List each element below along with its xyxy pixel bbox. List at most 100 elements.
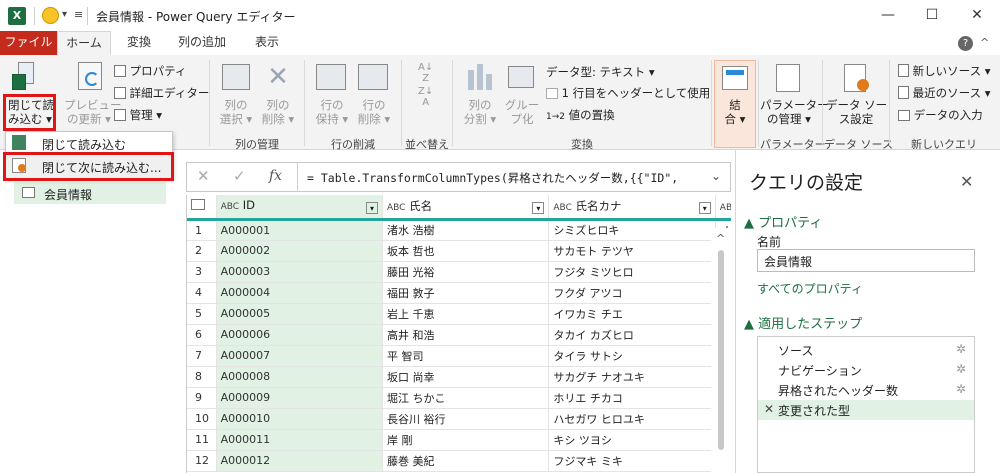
close-settings-icon[interactable]: ✕ (960, 172, 973, 191)
all-properties-link[interactable]: すべてのプロパティ (757, 280, 863, 297)
column-header-kana[interactable]: ABC 氏名カナ ▾ (548, 195, 716, 221)
step-gear-icon[interactable]: ✲ (956, 342, 966, 356)
cell-kana[interactable]: ホリエ チカコ (548, 387, 716, 409)
group-by-button[interactable]: グルー プ化 (502, 98, 542, 126)
cell-name[interactable]: 堀江 ちかこ (382, 387, 550, 409)
table-row[interactable]: 10A000010長谷川 裕行ハセガワ ヒロユキhas (187, 408, 731, 430)
close-window-button[interactable]: ✕ (954, 0, 1000, 31)
table-row[interactable]: 8A000008坂口 尚幸サカグチ ナオユキsak (187, 366, 731, 388)
tab-view[interactable]: 表示 (244, 31, 290, 55)
filter-dropdown-icon[interactable]: ▾ (698, 202, 711, 215)
tab-home[interactable]: ホーム (57, 31, 111, 55)
step-item[interactable]: ソース ✲ (758, 340, 974, 360)
column-header-id[interactable]: ABC ID ▾ (216, 195, 384, 221)
cell-name[interactable]: 岩上 千恵 (382, 303, 550, 325)
minimize-button[interactable]: — (865, 0, 911, 31)
scrollbar-thumb[interactable] (718, 250, 724, 450)
refresh-preview-button[interactable]: プレビュー の更新 ▾ (64, 98, 122, 126)
cell-kana[interactable]: イワカミ チエ (548, 303, 716, 325)
use-first-row-headers-button[interactable]: 1 行目をヘッダーとして使用 ▾ (546, 85, 720, 101)
cell-id[interactable]: A000009 (216, 387, 384, 409)
cell-kana[interactable]: サカモト テツヤ (548, 240, 716, 262)
sort-descending-icon[interactable]: Z↓ A (418, 86, 433, 108)
column-header-mail[interactable]: ABC メ (715, 195, 731, 221)
cell-name[interactable]: 坂本 哲也 (382, 240, 550, 262)
cell-name[interactable]: 坂口 尚幸 (382, 366, 550, 388)
cell-name[interactable]: 藤巻 美紀 (382, 450, 550, 472)
cell-id[interactable]: A000008 (216, 366, 384, 388)
cell-name[interactable]: 岸 剛 (382, 429, 550, 451)
remove-columns-button[interactable]: 列の 削除 ▾ (256, 98, 300, 126)
cell-id[interactable]: A000007 (216, 345, 384, 367)
step-item-selected[interactable]: ✕ 変更された型 (758, 400, 974, 420)
table-row[interactable]: 2A000002坂本 哲也サカモト テツヤtet (187, 240, 731, 262)
recent-sources-button[interactable]: 最近のソース ▾ (898, 85, 991, 101)
table-row[interactable]: 9A000009堀江 ちかこホリエ チカコhor (187, 387, 731, 409)
tab-transform[interactable]: 変換 (116, 31, 162, 55)
table-row[interactable]: 1A000001渚水 浩樹シミズヒロキshi (187, 219, 731, 241)
smiley-feedback-icon[interactable] (42, 7, 59, 24)
new-source-button[interactable]: 新しいソース ▾ (898, 63, 991, 79)
manage-parameters-button[interactable]: パラメーター の管理 ▾ (760, 98, 829, 126)
cell-id[interactable]: A000004 (216, 282, 384, 304)
cell-id[interactable]: A000010 (216, 408, 384, 430)
cell-kana[interactable]: キシ ツヨシ (548, 429, 716, 451)
table-row[interactable]: 3A000003藤田 光裕フジタ ミツヒロmit (187, 261, 731, 283)
cell-kana[interactable]: シミズヒロキ (548, 219, 716, 241)
cell-name[interactable]: 長谷川 裕行 (382, 408, 550, 430)
table-row[interactable]: 12A000012藤巻 美紀フジマキ ミキmil (187, 450, 731, 472)
tab-add-column[interactable]: 列の追加 (168, 31, 236, 55)
delete-step-icon[interactable]: ✕ (764, 402, 774, 416)
restore-button[interactable]: ☐ (909, 0, 955, 31)
quick-access-customize-icon[interactable]: ≡ (74, 8, 83, 21)
cell-name[interactable]: 渚水 浩樹 (382, 219, 550, 241)
properties-section-header[interactable]: ▲ プロパティ (744, 212, 822, 231)
table-row[interactable]: 5A000005岩上 千恵イワカミ チエiwa (187, 303, 731, 325)
remove-rows-button[interactable]: 行の 削除 ▾ (352, 98, 396, 126)
step-item[interactable]: 昇格されたヘッダー数 ✲ (758, 380, 974, 400)
cell-id[interactable]: A000005 (216, 303, 384, 325)
cell-id[interactable]: A000001 (216, 219, 384, 241)
step-item[interactable]: ナビゲーション ✲ (758, 360, 974, 380)
feedback-dropdown-icon[interactable]: ▾ (62, 9, 67, 20)
replace-values-button[interactable]: 1→2 値の置換 (546, 107, 615, 123)
commit-formula-icon[interactable]: ✓ (233, 167, 246, 185)
combine-button[interactable]: 結合 ▾ (716, 98, 754, 126)
help-icon[interactable]: ? (958, 36, 973, 51)
expand-formula-icon[interactable]: ⌄ (711, 169, 721, 183)
cell-kana[interactable]: フジタ ミツヒロ (548, 261, 716, 283)
choose-columns-button[interactable]: 列の 選択 ▾ (216, 98, 256, 126)
data-type-dropdown[interactable]: データ型: テキスト ▾ (546, 64, 655, 80)
vertical-scrollbar[interactable]: ^ (711, 228, 731, 473)
cell-id[interactable]: A000011 (216, 429, 384, 451)
manage-button[interactable]: 管理 ▾ (114, 107, 162, 123)
cell-kana[interactable]: タイラ サトシ (548, 345, 716, 367)
step-gear-icon[interactable]: ✲ (956, 362, 966, 376)
menu-item-close-load[interactable]: 閉じて読み込む (42, 136, 126, 153)
cell-id[interactable]: A000002 (216, 240, 384, 262)
table-row[interactable]: 11A000011岸 剛キシ ツヨシkis (187, 429, 731, 451)
table-row[interactable]: 6A000006高井 和浩タカイ カズヒロkaz (187, 324, 731, 346)
cell-kana[interactable]: フクダ アツコ (548, 282, 716, 304)
advanced-editor-button[interactable]: 詳細エディター (114, 85, 209, 101)
table-row[interactable]: 4A000004福田 敦子フクダ アツコfuk (187, 282, 731, 304)
cell-kana[interactable]: タカイ カズヒロ (548, 324, 716, 346)
tab-file[interactable]: ファイル (0, 31, 57, 55)
data-source-settings-button[interactable]: データ ソー ス設定 (826, 98, 887, 126)
query-item[interactable]: 会員情報 (14, 182, 166, 204)
cell-name[interactable]: 平 智司 (382, 345, 550, 367)
sort-ascending-icon[interactable]: A↓ Z (418, 62, 433, 84)
enter-data-button[interactable]: データの入力 (898, 107, 983, 123)
cell-name[interactable]: 藤田 光裕 (382, 261, 550, 283)
applied-steps-header[interactable]: ▲ 適用したステップ (744, 313, 862, 332)
split-column-button[interactable]: 列の 分割 ▾ (460, 98, 500, 126)
table-row[interactable]: 7A000007平 智司タイラ サトシtai (187, 345, 731, 367)
cell-id[interactable]: A000006 (216, 324, 384, 346)
cell-id[interactable]: A000012 (216, 450, 384, 472)
formula-input[interactable]: = Table.TransformColumnTypes(昇格されたヘッダー数,… (307, 170, 678, 186)
table-menu-icon[interactable] (187, 195, 217, 221)
cell-kana[interactable]: サカグチ ナオユキ (548, 366, 716, 388)
column-header-name[interactable]: ABC 氏名 ▾ (382, 195, 550, 221)
filter-dropdown-icon[interactable]: ▾ (366, 202, 378, 215)
cancel-formula-icon[interactable]: ✕ (197, 167, 210, 185)
